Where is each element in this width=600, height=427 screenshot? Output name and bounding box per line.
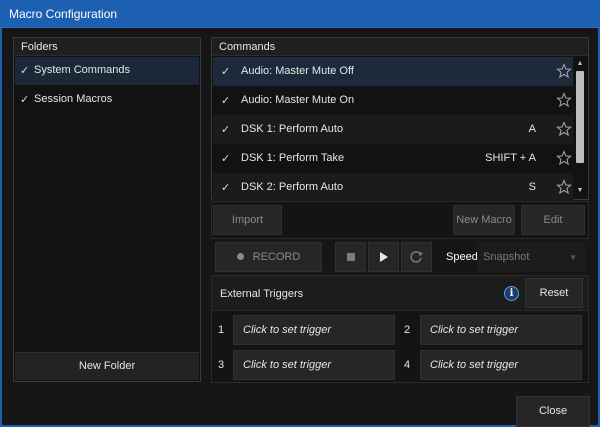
command-label: Audio: Master Mute Off — [241, 65, 354, 77]
command-label: Audio: Master Mute On — [241, 94, 355, 106]
speed-value: Snapshot — [483, 251, 530, 263]
command-label: DSK 1: Perform Take — [241, 152, 345, 164]
star-icon[interactable] — [556, 121, 572, 137]
commands-panel: Commands ✓ Audio: Master Mute Off ✓ Audi… — [211, 37, 589, 202]
reset-button[interactable]: Reset — [525, 278, 583, 308]
speed-select[interactable]: Snapshot ▼ — [477, 242, 585, 272]
command-shortcut: A — [528, 123, 536, 135]
trigger-field-3[interactable]: Click to set trigger — [233, 350, 395, 380]
stop-button[interactable] — [335, 242, 366, 272]
play-icon — [380, 252, 388, 262]
command-shortcut: SHIFT + A — [485, 152, 536, 164]
scroll-thumb[interactable] — [576, 71, 584, 163]
folder-label: System Commands — [34, 64, 130, 76]
info-icon[interactable]: i — [504, 286, 519, 301]
check-icon: ✓ — [221, 66, 231, 78]
check-icon: ✓ — [221, 153, 231, 165]
folder-label: Session Macros — [34, 93, 113, 105]
commands-header: Commands — [212, 38, 588, 56]
folders-panel: Folders ✓ System Commands ✓ Session Macr… — [13, 37, 201, 382]
trigger-number: 4 — [404, 359, 411, 371]
check-icon: ✓ — [221, 182, 231, 194]
import-button[interactable]: Import — [213, 205, 282, 235]
command-row[interactable]: ✓ Audio: Master Mute On — [213, 86, 574, 115]
command-label: DSK 2: Perform Auto — [241, 181, 344, 193]
commands-scrollbar[interactable]: ▲ ▼ — [573, 57, 587, 198]
folders-title: Folders — [21, 41, 58, 53]
loop-button[interactable] — [401, 242, 432, 272]
trigger-number: 2 — [404, 324, 411, 336]
star-icon[interactable] — [556, 63, 572, 79]
record-label: RECORD — [252, 251, 301, 263]
trigger-placeholder: Click to set trigger — [430, 324, 519, 336]
window-titlebar[interactable]: Macro Configuration — [0, 0, 600, 28]
new-folder-button[interactable]: New Folder — [15, 352, 199, 380]
trigger-field-1[interactable]: Click to set trigger — [233, 315, 395, 345]
folders-header: Folders — [14, 38, 200, 56]
new-macro-button[interactable]: New Macro — [453, 205, 515, 235]
play-button[interactable] — [368, 242, 399, 272]
trigger-placeholder: Click to set trigger — [430, 359, 519, 371]
star-icon[interactable] — [556, 92, 572, 108]
chevron-down-icon: ▼ — [569, 253, 577, 262]
window-title: Macro Configuration — [9, 7, 118, 21]
command-row[interactable]: ✓ DSK 1: Perform Take SHIFT + A — [213, 144, 574, 173]
record-button[interactable]: RECORD — [215, 242, 322, 272]
close-button[interactable]: Close — [516, 396, 590, 427]
folder-item-session-macros[interactable]: ✓ Session Macros — [15, 86, 199, 114]
trigger-field-2[interactable]: Click to set trigger — [420, 315, 582, 345]
command-label: DSK 1: Perform Auto — [241, 123, 344, 135]
check-icon: ✓ — [20, 94, 30, 106]
trigger-placeholder: Click to set trigger — [243, 324, 332, 336]
command-row[interactable]: ✓ DSK 1: Perform Auto A — [213, 115, 574, 144]
scroll-up-icon[interactable]: ▲ — [575, 59, 585, 69]
command-row[interactable]: ✓ Audio: Master Mute Off — [213, 57, 574, 86]
star-icon[interactable] — [556, 150, 572, 166]
trigger-placeholder: Click to set trigger — [243, 359, 332, 371]
edit-button[interactable]: Edit — [521, 205, 585, 235]
check-icon: ✓ — [221, 95, 231, 107]
folder-item-system-commands[interactable]: ✓ System Commands — [15, 57, 199, 85]
scroll-down-icon[interactable]: ▼ — [575, 186, 585, 196]
star-icon[interactable] — [556, 179, 572, 195]
check-icon: ✓ — [221, 124, 231, 136]
stop-icon — [347, 253, 355, 261]
trigger-number: 3 — [218, 359, 225, 371]
trigger-number: 1 — [218, 324, 225, 336]
external-triggers-panel: External Triggers i Reset 1 Click to set… — [211, 275, 589, 383]
triggers-title: External Triggers — [220, 288, 304, 300]
commands-title: Commands — [219, 41, 276, 53]
trigger-field-4[interactable]: Click to set trigger — [420, 350, 582, 380]
triggers-header: External Triggers i Reset — [212, 276, 588, 311]
speed-label: Speed — [446, 251, 478, 263]
check-icon: ✓ — [20, 65, 30, 77]
record-dot-icon — [236, 252, 244, 260]
command-row[interactable]: ✓ DSK 2: Perform Auto S — [213, 173, 574, 202]
command-shortcut: S — [528, 181, 536, 193]
loop-icon — [410, 251, 423, 263]
